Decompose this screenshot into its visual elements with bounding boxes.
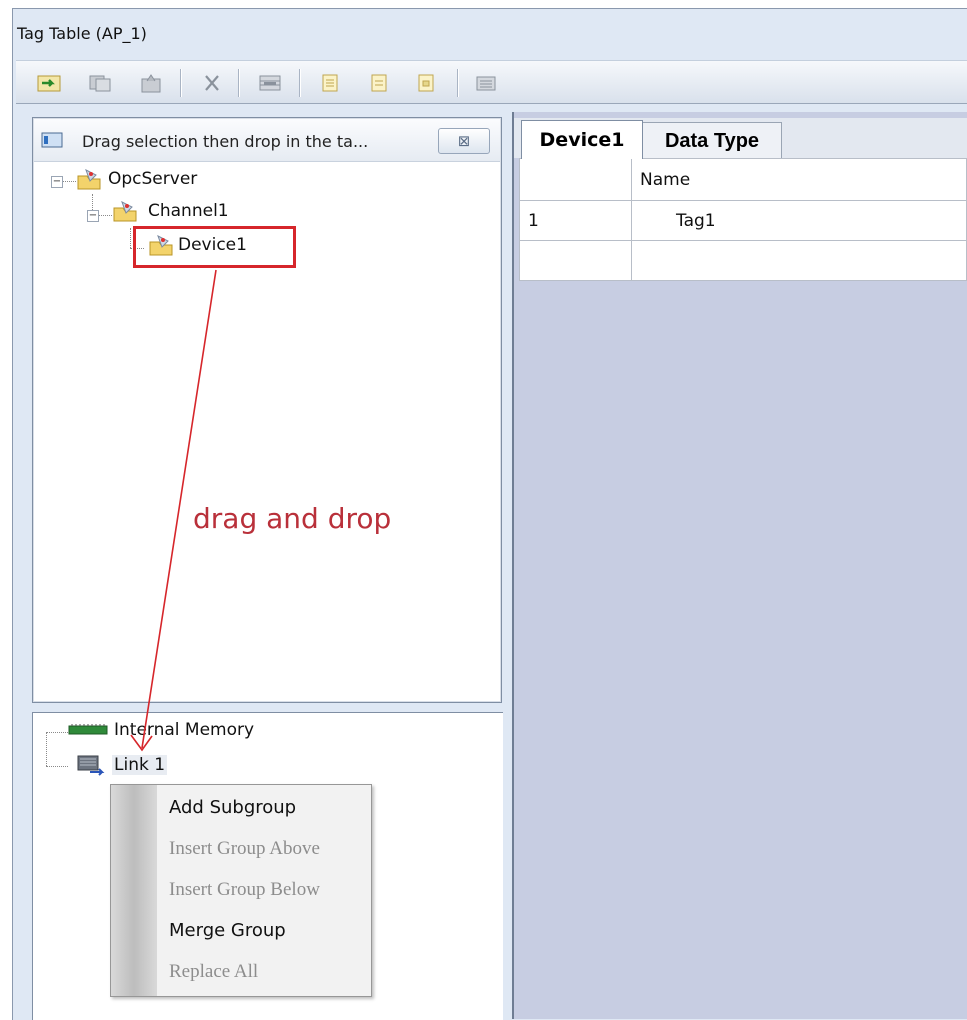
tree-item-internal-memory[interactable]: Internal Memory	[68, 720, 254, 740]
menu-item-merge-group[interactable]: Merge Group	[169, 920, 286, 941]
tag-name-cell[interactable]	[631, 240, 967, 281]
source-panel-title: Drag selection then drop in the ta...	[82, 132, 369, 151]
channel-expander[interactable]: −	[87, 210, 99, 222]
tab-device1[interactable]: Device1	[521, 120, 643, 159]
row-number: 1	[519, 200, 632, 241]
window-title: Tag Table (AP_1)	[17, 24, 147, 43]
menu-item-replace-all: Replace All	[169, 961, 259, 982]
tree-label: Internal Memory	[114, 720, 255, 740]
menu-item-insert-group-above: Insert Group Above	[169, 838, 320, 859]
import-icon[interactable]	[35, 70, 63, 96]
tree-label: Channel1	[148, 201, 229, 221]
tree-item-opcserver[interactable]: OpcServer	[76, 168, 197, 190]
source-tree-panel: Drag selection then drop in the ta... ⊠	[32, 117, 502, 703]
menu-item-add-subgroup[interactable]: Add Subgroup	[169, 797, 296, 818]
table-row[interactable]: 1 Tag1	[519, 200, 967, 241]
column-header-name[interactable]: Name	[631, 158, 967, 201]
tab-data-type[interactable]: Data Type	[642, 122, 782, 159]
context-menu: Add Subgroup Insert Group Above Insert G…	[110, 784, 372, 997]
document-add-icon[interactable]	[316, 70, 344, 96]
paste-icon[interactable]	[137, 70, 165, 96]
copy-icon[interactable]	[86, 70, 114, 96]
tree-label: Link 1	[112, 755, 168, 775]
row-number	[519, 240, 632, 281]
column-header-index	[519, 158, 632, 201]
drag-and-drop-annotation: drag and drop	[193, 502, 392, 535]
delete-icon[interactable]	[198, 70, 226, 96]
panel-window-icon	[41, 132, 63, 148]
tag-table: Name 1 Tag1	[519, 158, 967, 281]
tree-label: OpcServer	[108, 169, 198, 189]
tree-item-channel1[interactable]: Channel1	[112, 200, 229, 222]
selection-highlight	[133, 226, 296, 268]
close-panel-button[interactable]: ⊠	[438, 128, 490, 154]
link-device-icon	[77, 755, 105, 776]
memory-chip-icon	[68, 724, 108, 735]
source-panel-header: Drag selection then drop in the ta... ⊠	[34, 119, 500, 162]
channel-folder-icon	[113, 200, 137, 222]
document-icon[interactable]	[365, 70, 393, 96]
tag-name-cell[interactable]: Tag1	[631, 200, 967, 241]
table-header-row: Name	[519, 158, 967, 201]
toolbar	[16, 60, 967, 104]
grid-icon[interactable]	[256, 70, 284, 96]
table-row[interactable]	[519, 240, 967, 281]
document-copy-icon[interactable]	[412, 70, 440, 96]
menu-item-insert-group-below: Insert Group Below	[169, 879, 320, 900]
keyboard-icon[interactable]	[472, 70, 500, 96]
opc-folder-icon	[77, 168, 101, 190]
tree-item-link1[interactable]: Link 1	[76, 754, 168, 776]
opcserver-expander[interactable]: −	[51, 176, 63, 188]
